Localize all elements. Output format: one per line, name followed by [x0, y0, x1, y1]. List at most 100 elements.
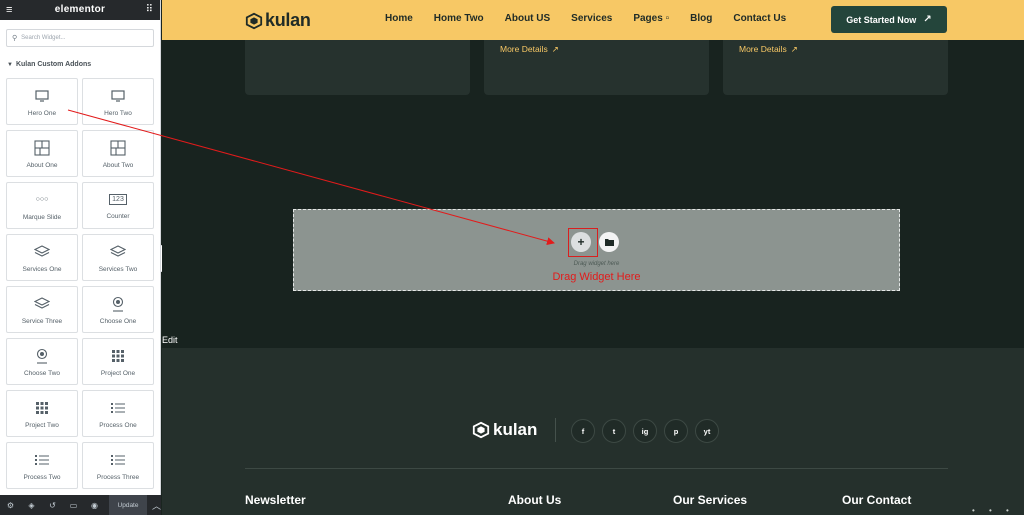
annotation-label: Drag Widget Here — [552, 271, 641, 283]
edit-label[interactable]: Edit — [162, 335, 178, 345]
widget-grid: Hero One Hero Two About One About Two ○○○ Mar… — [6, 78, 154, 489]
pinterest-icon[interactable]: p — [664, 419, 688, 443]
widget-label: Services Two — [98, 265, 138, 273]
search-widget-input[interactable]: ⚲ Search Widget... — [6, 29, 154, 47]
main-nav: Home Home Two About US Services Pages ▫ … — [385, 13, 807, 24]
nav-services[interactable]: Services — [571, 13, 612, 24]
widget-choose-two[interactable]: Choose Two — [6, 338, 78, 385]
widget-label: Hero Two — [104, 109, 132, 117]
layout-icon — [34, 139, 50, 157]
widget-label: About Two — [102, 161, 134, 169]
widget-label: Process Three — [96, 473, 140, 481]
site-logo[interactable]: kulan — [245, 10, 311, 31]
site-footer: kulan f t ig p yt Newsletter About Us Ou… — [162, 348, 1024, 515]
list-icon — [35, 451, 49, 469]
widget-label: About One — [26, 161, 58, 169]
settings-gear-icon[interactable]: ⚙ — [0, 501, 21, 510]
nav-pages-label: Pages — [633, 13, 663, 24]
monitor-icon — [111, 87, 125, 105]
widget-label: Project Two — [25, 421, 59, 429]
history-icon[interactable]: ↺ — [42, 501, 63, 510]
social-links: f t ig p yt — [571, 419, 726, 443]
template-library-button[interactable] — [599, 232, 619, 252]
widget-services-two[interactable]: Services Two — [82, 234, 154, 281]
widgets-grid-icon[interactable]: ⠿ — [146, 4, 153, 16]
more-details-label: More Details — [500, 44, 548, 54]
counter-icon: 123 — [109, 194, 127, 205]
nav-home-two[interactable]: Home Two — [434, 13, 484, 24]
widget-process-three[interactable]: Process Three — [82, 442, 154, 489]
badge-icon — [111, 295, 125, 313]
widget-about-two[interactable]: About Two — [82, 130, 154, 177]
service-card: More Details ↗ — [484, 40, 709, 95]
widget-label: Marque Slide — [22, 213, 62, 221]
dropzone-hint: Drag widget here — [573, 261, 620, 267]
category-toggle[interactable]: ▼ Kulan Custom Addons — [7, 61, 91, 68]
nav-home[interactable]: Home — [385, 13, 413, 24]
logo-text: kulan — [265, 10, 311, 30]
divider — [555, 418, 556, 442]
widget-project-two[interactable]: Project Two — [6, 390, 78, 437]
widget-label: Choose One — [99, 317, 137, 325]
responsive-mode-icon[interactable]: ▭ — [63, 501, 84, 510]
widget-hero-one[interactable]: Hero One — [6, 78, 78, 125]
more-details-link[interactable]: More Details ↗ — [500, 44, 559, 55]
get-started-button[interactable]: Get Started Now ↗ — [831, 6, 947, 33]
search-placeholder: Search Widget... — [21, 35, 66, 41]
widget-label: Process One — [99, 421, 137, 429]
panel-title: elementor — [54, 4, 106, 15]
badge-icon — [35, 347, 49, 365]
widget-choose-one[interactable]: Choose One — [82, 286, 154, 333]
navigator-layers-icon[interactable]: ◈ — [21, 501, 42, 510]
caret-down-icon: ▼ — [7, 62, 13, 68]
widget-label: Services One — [22, 265, 62, 273]
nav-blog[interactable]: Blog — [690, 13, 712, 24]
layers-icon — [34, 295, 50, 313]
widget-label: Project One — [100, 369, 136, 377]
site-header: kulan Home Home Two About US Services Pa… — [162, 0, 1024, 40]
grid-icon — [36, 399, 48, 417]
more-dots-icon[interactable]: • • • — [972, 506, 1015, 515]
content-section: More Details ↗ More Details ↗ + Drag widge… — [162, 40, 1024, 348]
grid-icon — [112, 347, 124, 365]
footer-heading-contact: Our Contact — [842, 493, 912, 507]
nav-pages[interactable]: Pages ▫ — [633, 13, 669, 24]
chevron-up-icon[interactable]: ︿ — [152, 499, 161, 512]
layers-icon — [110, 243, 126, 261]
facebook-icon[interactable]: f — [571, 419, 595, 443]
widget-project-one[interactable]: Project One — [82, 338, 154, 385]
kulan-logo-icon — [472, 421, 490, 439]
footer-divider — [245, 468, 948, 469]
service-card — [245, 40, 470, 95]
footer-logo[interactable]: kulan — [472, 420, 537, 440]
update-button[interactable]: Update — [109, 495, 147, 515]
dropdown-caret-icon: ▫ — [665, 13, 670, 24]
more-details-link[interactable]: More Details ↗ — [739, 44, 798, 55]
widget-services-one[interactable]: Services One — [6, 234, 78, 281]
preview-eye-icon[interactable]: ◉ — [84, 501, 105, 510]
widget-label: Hero One — [27, 109, 57, 117]
more-details-label: More Details — [739, 44, 787, 54]
youtube-icon[interactable]: yt — [695, 419, 719, 443]
footer-heading-services: Our Services — [673, 493, 748, 507]
layers-icon — [34, 243, 50, 261]
widget-process-one[interactable]: Process One — [82, 390, 154, 437]
instagram-icon[interactable]: ig — [633, 419, 657, 443]
monitor-icon — [35, 87, 49, 105]
widget-service-three[interactable]: Service Three — [6, 286, 78, 333]
widget-label: Choose Two — [23, 369, 60, 377]
panel-footer: ⚙ ◈ ↺ ▭ ◉ Update ︿ — [0, 495, 161, 515]
service-card: More Details ↗ — [723, 40, 948, 95]
kulan-logo-icon — [245, 12, 263, 29]
search-icon: ⚲ — [12, 35, 18, 42]
footer-heading-newsletter: Newsletter — [245, 493, 306, 507]
nav-about-us[interactable]: About US — [505, 13, 551, 24]
widget-counter[interactable]: 123 Counter — [82, 182, 154, 229]
widget-process-two[interactable]: Process Two — [6, 442, 78, 489]
widget-hero-two[interactable]: Hero Two — [82, 78, 154, 125]
twitter-icon[interactable]: t — [602, 419, 626, 443]
widget-marque-slide[interactable]: ○○○ Marque Slide — [6, 182, 78, 229]
widget-about-one[interactable]: About One — [6, 130, 78, 177]
nav-contact-us[interactable]: Contact Us — [733, 13, 786, 24]
folder-icon — [604, 239, 614, 246]
